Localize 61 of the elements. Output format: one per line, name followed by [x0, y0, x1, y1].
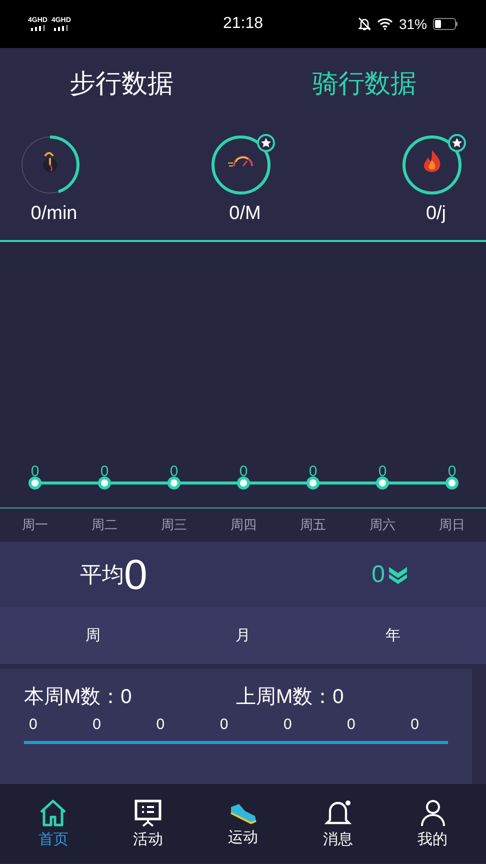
person-icon: [418, 798, 447, 826]
data-point: [306, 476, 320, 490]
stat-value: 0/min: [30, 203, 78, 225]
nav-tab[interactable]: 运动: [208, 800, 278, 846]
average-label: 平均: [80, 560, 124, 588]
axis-label: 周四: [230, 517, 256, 532]
last-week-count: 上周M数：0: [236, 685, 345, 710]
nav-tab[interactable]: 首页: [18, 798, 88, 848]
day-value: 0: [283, 716, 292, 733]
day-value: 0: [29, 716, 38, 733]
data-label: 0: [308, 463, 318, 480]
data-point: [237, 476, 250, 490]
period-tab[interactable]: 年: [363, 625, 423, 646]
day-value: 0: [347, 716, 356, 733]
axis-label: 周五: [300, 517, 326, 532]
tab[interactable]: 步行数据: [66, 66, 178, 100]
this-week-count: 本周M数：0: [24, 685, 133, 710]
period-tab[interactable]: 周: [63, 625, 123, 646]
double-chevron-icon: [388, 566, 408, 584]
axis-label: 周二: [92, 517, 118, 532]
axis-label: 周六: [370, 517, 396, 532]
stat-value: 0/j: [426, 203, 446, 225]
stat-value: 0/M: [229, 203, 261, 225]
data-point: [376, 476, 389, 490]
axis-label: 周三: [161, 517, 187, 532]
flame-icon: [424, 150, 440, 172]
data-label: 0: [448, 463, 456, 480]
clock: 21:18: [222, 15, 264, 32]
bell-muted-icon: [358, 17, 371, 31]
axis-label: 周一: [22, 517, 48, 532]
data-point: [98, 476, 111, 490]
data-label: 0: [378, 463, 387, 480]
home-icon: [38, 798, 68, 826]
nav-tab[interactable]: 我的: [398, 798, 468, 848]
day-value: 0: [410, 716, 419, 733]
battery-percent: 31%: [398, 16, 427, 32]
signal-icon: [53, 25, 70, 31]
day-value: 0: [92, 716, 101, 733]
signal-icon: [30, 25, 46, 31]
change-value: 0: [372, 560, 385, 588]
average-value: 0: [124, 554, 148, 596]
nav-tab[interactable]: 活动: [113, 798, 184, 848]
day-value: 0: [220, 716, 228, 733]
battery-icon: [433, 18, 458, 30]
data-label: 0: [30, 463, 40, 480]
presentation-board-icon: [134, 798, 162, 826]
data-label: 0: [170, 463, 178, 480]
day-value: 0: [156, 716, 165, 733]
data-label: 0: [239, 463, 248, 480]
tab[interactable]: 骑行数据: [308, 66, 420, 100]
data-point: [28, 476, 42, 490]
wifi-icon: [376, 18, 393, 30]
data-point: [168, 476, 180, 490]
nav-tab[interactable]: 消息: [302, 798, 373, 848]
period-tab[interactable]: 月: [213, 625, 273, 646]
speedometer-icon: [228, 156, 253, 166]
bell-icon: [324, 798, 352, 826]
stopwatch-icon: [43, 152, 57, 172]
axis-label: 周日: [439, 517, 465, 532]
data-point: [446, 476, 458, 490]
data-label: 0: [100, 463, 109, 480]
